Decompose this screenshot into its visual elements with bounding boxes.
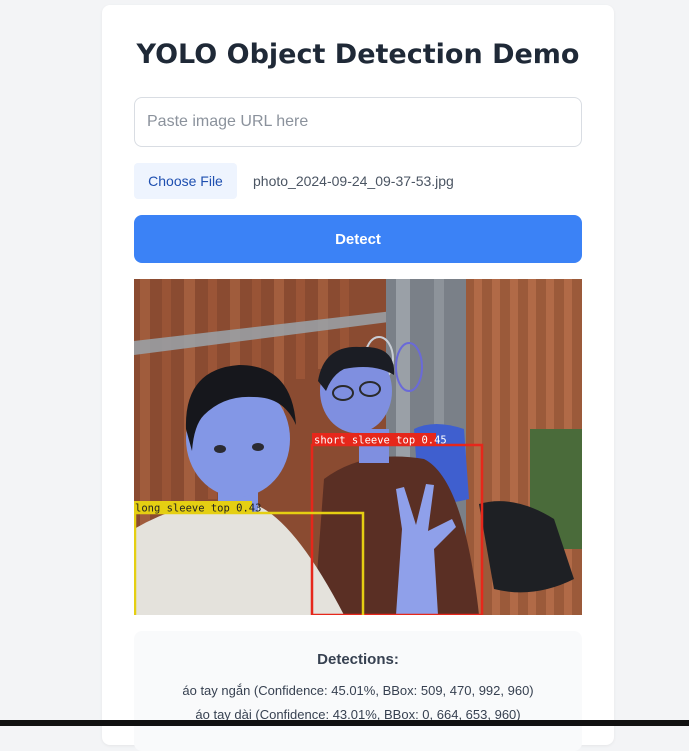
bbox-label-long-sleeve-top: long sleeve top 0.43 (135, 503, 261, 515)
selected-file-name: photo_2024-09-24_09-37-53.jpg (253, 173, 454, 189)
page-title: YOLO Object Detection Demo (136, 39, 580, 70)
detection-result-image: short sleeve top 0.45 long sleeve top 0.… (134, 279, 582, 615)
image-url-input[interactable] (134, 97, 582, 147)
detection-item: áo tay ngắn (Confidence: 45.01%, BBox: 5… (182, 683, 534, 698)
detect-button[interactable]: Detect (134, 215, 582, 263)
main-card: YOLO Object Detection Demo Choose File p… (102, 5, 614, 751)
bottom-edge (0, 720, 689, 726)
detections-heading: Detections: (317, 651, 399, 668)
detections-panel: Detections: áo tay ngắn (Confidence: 45.… (134, 631, 582, 751)
result-photo-illustration: short sleeve top 0.45 long sleeve top 0.… (134, 279, 582, 615)
bbox-label-short-sleeve-top: short sleeve top 0.45 (314, 435, 447, 447)
choose-file-button[interactable]: Choose File (134, 163, 237, 199)
